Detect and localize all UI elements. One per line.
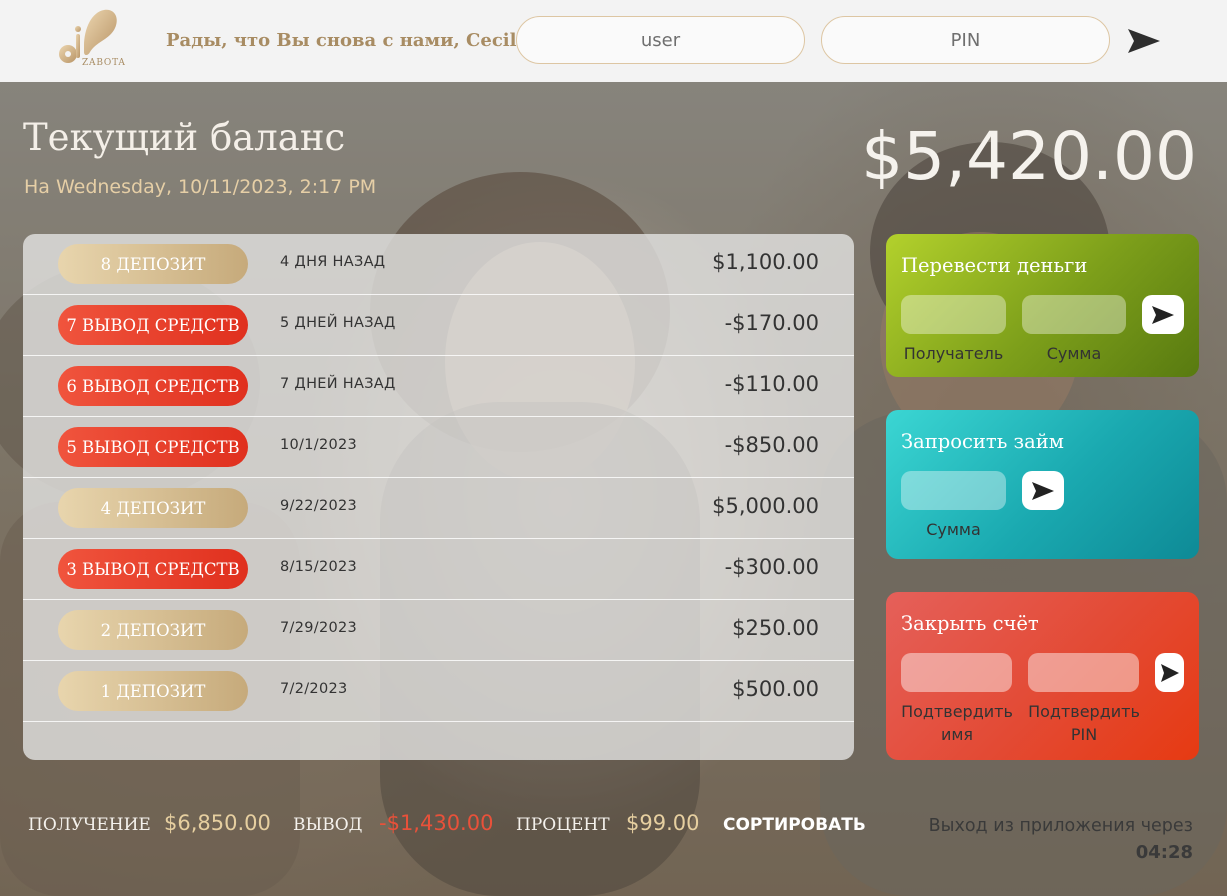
- movement-date: 4 ДНЯ НАЗАД: [280, 254, 386, 270]
- movement-value: $1,100.00: [712, 250, 819, 274]
- zabota-logo: ZABOTA: [52, 8, 136, 74]
- close-pin-input[interactable]: [1028, 653, 1139, 692]
- movement-row: 3 ВЫВОД СРЕДСТВ 8/15/2023 -$300.00: [23, 539, 854, 600]
- movement-date: 5 ДНЕЙ НАЗАД: [280, 315, 396, 331]
- movement-type-badge: 3 ВЫВОД СРЕДСТВ: [58, 549, 248, 589]
- movement-date: 7/2/2023: [280, 681, 348, 697]
- top-nav: ZABOTA Рады, что Вы снова с нами, Cecil: [0, 0, 1227, 82]
- welcome-message: Рады, что Вы снова с нами, Cecil: [166, 30, 517, 51]
- loan-submit-button[interactable]: [1022, 471, 1064, 510]
- transfer-title: Перевести деньги: [901, 254, 1088, 277]
- movement-row: 1 ДЕПОЗИТ 7/2/2023 $500.00: [23, 661, 854, 722]
- movement-value: $5,000.00: [712, 494, 819, 518]
- movement-value: $250.00: [732, 616, 819, 640]
- transfer-amount-label: Сумма: [1046, 344, 1102, 363]
- balance-title: Текущий баланс: [23, 116, 346, 159]
- arrow-right-icon: [1152, 305, 1174, 324]
- sort-button[interactable]: СОРТИРОВАТЬ: [723, 815, 866, 835]
- transfer-amount-input[interactable]: [1022, 295, 1126, 334]
- loan-panel: Запросить займ Сумма: [886, 410, 1199, 559]
- close-account-panel: Закрыть счёт Подтвердить имя Подтвердить…: [886, 592, 1199, 760]
- summary-in-label: ПОЛУЧЕНИЕ: [28, 815, 151, 835]
- loan-amount-label: Сумма: [926, 520, 981, 539]
- movement-row: 2 ДЕПОЗИТ 7/29/2023 $250.00: [23, 600, 854, 661]
- arrow-right-icon: [1128, 29, 1160, 53]
- movement-value: -$110.00: [724, 372, 819, 396]
- transfer-submit-button[interactable]: [1142, 295, 1184, 334]
- login-submit-button[interactable]: [1124, 24, 1164, 58]
- movement-type-badge: 5 ВЫВОД СРЕДСТВ: [58, 427, 248, 467]
- movement-type-badge: 7 ВЫВОД СРЕДСТВ: [58, 305, 248, 345]
- movement-date: 7 ДНЕЙ НАЗАД: [280, 376, 396, 392]
- transfer-panel: Перевести деньги Получатель Сумма: [886, 234, 1199, 377]
- movement-value: -$170.00: [724, 311, 819, 335]
- movement-value: -$300.00: [724, 555, 819, 579]
- movement-row: 6 ВЫВОД СРЕДСТВ 7 ДНЕЙ НАЗАД -$110.00: [23, 356, 854, 417]
- movement-date: 8/15/2023: [280, 559, 358, 575]
- movement-date: 7/29/2023: [280, 620, 358, 636]
- movement-row: 4 ДЕПОЗИТ 9/22/2023 $5,000.00: [23, 478, 854, 539]
- movement-type-badge: 8 ДЕПОЗИТ: [58, 244, 248, 284]
- movement-row: 5 ВЫВОД СРЕДСТВ 10/1/2023 -$850.00: [23, 417, 854, 478]
- movement-type-badge: 1 ДЕПОЗИТ: [58, 671, 248, 711]
- summary-interest-value: $99.00: [626, 811, 700, 835]
- login-user-input[interactable]: [516, 16, 805, 64]
- summary-in-value: $6,850.00: [164, 811, 271, 835]
- close-account-submit-button[interactable]: [1155, 653, 1184, 692]
- close-user-input[interactable]: [901, 653, 1012, 692]
- close-account-title: Закрыть счёт: [901, 612, 1039, 635]
- movement-value: $500.00: [732, 677, 819, 701]
- balance-value: $5,420.00: [861, 118, 1197, 195]
- movement-row: 7 ВЫВОД СРЕДСТВ 5 ДНЕЙ НАЗАД -$170.00: [23, 295, 854, 356]
- loan-title: Запросить займ: [901, 430, 1064, 453]
- movement-type-badge: 2 ДЕПОЗИТ: [58, 610, 248, 650]
- movement-value: -$850.00: [724, 433, 819, 457]
- close-pin-label: Подтвердить PIN: [1028, 702, 1140, 744]
- movement-row: 8 ДЕПОЗИТ 4 ДНЯ НАЗАД $1,100.00: [23, 234, 854, 295]
- logout-timer: 04:28: [1135, 842, 1193, 863]
- summary-out-value: -$1,430.00: [379, 811, 494, 835]
- close-user-label: Подтвердить имя: [901, 702, 1013, 744]
- summary-interest-label: ПРОЦЕНТ: [516, 815, 610, 835]
- login-pin-input[interactable]: [821, 16, 1110, 64]
- summary-out-label: ВЫВОД: [293, 815, 363, 835]
- transfer-recipient-label: Получатель: [903, 344, 1004, 363]
- logout-timer-label: Выход из приложения через: [928, 816, 1193, 836]
- loan-amount-input[interactable]: [901, 471, 1006, 510]
- movement-date: 9/22/2023: [280, 498, 358, 514]
- balance-date: На Wednesday, 10/11/2023, 2:17 PM: [24, 176, 377, 198]
- arrow-right-icon: [1160, 663, 1179, 682]
- arrow-right-icon: [1032, 481, 1054, 500]
- svg-text:ZABOTA: ZABOTA: [82, 58, 126, 68]
- movements-list: 8 ДЕПОЗИТ 4 ДНЯ НАЗАД $1,100.00 7 ВЫВОД …: [23, 234, 854, 760]
- transfer-recipient-input[interactable]: [901, 295, 1006, 334]
- movement-date: 10/1/2023: [280, 437, 358, 453]
- movement-type-badge: 6 ВЫВОД СРЕДСТВ: [58, 366, 248, 406]
- movement-type-badge: 4 ДЕПОЗИТ: [58, 488, 248, 528]
